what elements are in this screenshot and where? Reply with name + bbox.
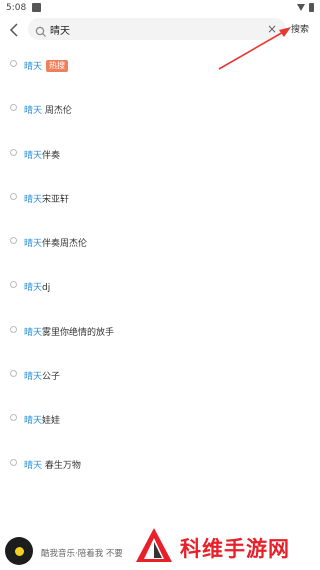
suggestion-item[interactable]: 晴天公子 — [0, 362, 320, 388]
suggestion-rest: 雾里你绝情的放手 — [42, 328, 115, 338]
suggestion-highlight: 晴天 — [24, 62, 43, 72]
player-disc-icon[interactable] — [5, 537, 33, 565]
suggestion-highlight: 晴天 — [24, 151, 43, 161]
status-bar: 5:08 — [0, 0, 320, 16]
notification-icon — [32, 3, 41, 12]
suggestion-text: 晴天 春生万物 — [24, 458, 81, 471]
suggestion-text: 晴天伴奏周杰伦 — [24, 236, 87, 249]
suggestion-text: 晴天dj — [24, 280, 50, 293]
search-history-icon — [10, 193, 17, 200]
suggestion-text: 晴天 周杰伦 — [24, 103, 72, 116]
suggestion-item[interactable]: 晴天娃娃 — [0, 406, 320, 432]
suggestion-highlight: 晴天 — [24, 416, 43, 426]
suggestion-item[interactable]: 晴天 热搜 — [0, 52, 320, 78]
wifi-icon — [297, 4, 305, 11]
player-track-text[interactable]: 酷我音乐·陪着我 不要 — [41, 547, 129, 559]
watermark: 科维手游网 — [122, 520, 320, 570]
back-button[interactable] — [6, 20, 22, 40]
suggestion-text: 晴天宋亚轩 — [24, 192, 69, 205]
search-history-icon — [10, 149, 17, 156]
suggestion-text: 晴天雾里你绝情的放手 — [24, 325, 114, 338]
search-icon — [35, 23, 47, 37]
search-history-icon — [10, 414, 17, 421]
suggestion-highlight: 晴天 — [24, 461, 43, 471]
suggestion-item[interactable]: 晴天雾里你绝情的放手 — [0, 318, 320, 344]
suggestion-highlight: 晴天 — [24, 328, 43, 338]
suggestion-item[interactable]: 晴天 周杰伦 — [0, 96, 320, 122]
chevron-left-icon — [9, 23, 18, 37]
status-icons — [297, 3, 314, 12]
battery-icon — [309, 3, 314, 12]
status-time: 5:08 — [6, 3, 27, 13]
suggestion-text: 晴天伴奏 — [24, 148, 60, 161]
suggestion-highlight: 晴天 — [24, 372, 43, 382]
suggestion-rest: 春生万物 — [42, 461, 81, 471]
suggestion-item[interactable]: 晴天伴奏 — [0, 141, 320, 167]
suggestion-item[interactable]: 晴天伴奏周杰伦 — [0, 229, 320, 255]
watermark-logo-icon — [136, 528, 172, 562]
suggestion-highlight: 晴天 — [24, 106, 43, 116]
suggestion-rest: 周杰伦 — [42, 106, 72, 116]
search-history-icon — [10, 326, 17, 333]
suggestion-rest: 伴奏周杰伦 — [42, 239, 88, 249]
suggestion-rest: 宋亚轩 — [42, 195, 70, 205]
suggestion-text: 晴天娃娃 — [24, 413, 60, 426]
search-history-icon — [10, 104, 17, 111]
search-history-icon — [10, 459, 17, 466]
hot-badge: 热搜 — [46, 60, 69, 72]
suggestion-item[interactable]: 晴天dj — [0, 273, 320, 299]
watermark-text: 科维手游网 — [180, 537, 290, 561]
suggestion-highlight: 晴天 — [24, 195, 43, 205]
suggestion-rest: 娃娃 — [42, 416, 61, 426]
suggestion-highlight: 晴天 — [24, 239, 43, 249]
suggestion-item[interactable]: 晴天 春生万物 — [0, 451, 320, 477]
search-history-icon — [10, 370, 17, 377]
search-history-icon — [10, 281, 17, 288]
search-history-icon — [10, 237, 17, 244]
suggestion-text: 晴天 热搜 — [24, 59, 69, 72]
suggestion-rest: 公子 — [42, 372, 61, 382]
suggestion-rest: 伴奏 — [42, 151, 61, 161]
suggestion-item[interactable]: 晴天宋亚轩 — [0, 185, 320, 211]
search-history-icon — [10, 60, 17, 67]
suggestion-rest: dj — [42, 283, 51, 293]
suggestion-highlight: 晴天 — [24, 283, 43, 293]
suggestion-text: 晴天公子 — [24, 369, 60, 382]
